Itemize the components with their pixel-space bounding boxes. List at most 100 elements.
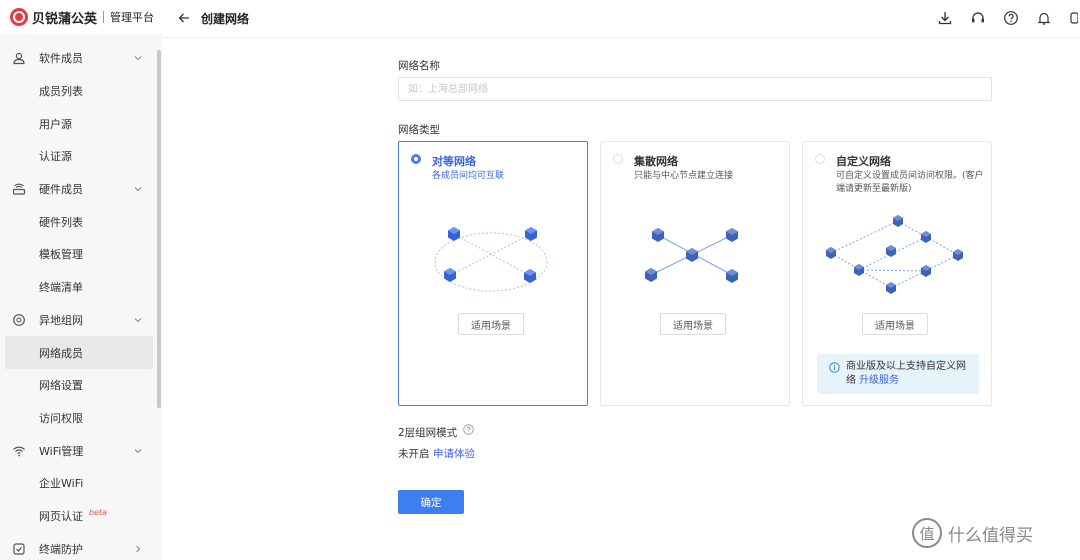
sidebar-item-member-list[interactable]: 成员列表 bbox=[0, 75, 162, 108]
node-icon bbox=[444, 268, 456, 282]
sidebar-group-label: 异地组网 bbox=[39, 313, 83, 327]
network-type-card-hub[interactable]: 集散网络 只能与中心节点建立连接 适用场景 bbox=[600, 141, 790, 406]
sidebar-item-label: 网络成员 bbox=[39, 346, 83, 360]
sidebar-group-software-members[interactable]: 软件成员 bbox=[0, 42, 162, 75]
card-description: 只能与中心节点建立连接 bbox=[634, 171, 734, 181]
beta-badge: beta bbox=[89, 508, 108, 518]
custom-network-radio[interactable] bbox=[815, 154, 825, 164]
node-icon bbox=[652, 228, 664, 242]
node-icon bbox=[448, 227, 460, 241]
sidebar-item-web-auth[interactable]: 网页认证 beta bbox=[0, 500, 162, 533]
wifi-icon bbox=[13, 446, 25, 456]
network-icon bbox=[13, 313, 25, 326]
watermark-logo-icon: 值 bbox=[912, 518, 942, 548]
sidebar-group-label: 终端防护 bbox=[39, 542, 83, 556]
brand-subtitle: 管理平台 bbox=[110, 11, 155, 24]
confirm-button[interactable]: 确定 bbox=[398, 490, 464, 514]
hub-network-diagram bbox=[645, 228, 738, 283]
sidebar-item-user-source[interactable]: 用户源 bbox=[0, 107, 162, 140]
sidebar-item-auth-source[interactable]: 认证源 bbox=[0, 140, 162, 173]
node-icon bbox=[726, 269, 738, 283]
network-type-card-peer[interactable]: 对等网络 各成员间均可互联 适用场景 bbox=[398, 141, 588, 406]
scenario-button[interactable]: 适用场景 bbox=[660, 313, 726, 335]
chevron-down-icon bbox=[134, 317, 142, 323]
node-icon bbox=[921, 231, 931, 243]
apply-trial-link[interactable]: 申请体验 bbox=[433, 446, 475, 461]
sidebar-group-wifi[interactable]: WiFi管理 bbox=[0, 434, 162, 467]
node-icon bbox=[953, 249, 963, 261]
node-icon bbox=[686, 248, 698, 262]
bell-icon[interactable] bbox=[1036, 10, 1052, 26]
scenario-button[interactable]: 适用场景 bbox=[862, 313, 928, 335]
download-icon[interactable] bbox=[937, 10, 953, 26]
watermark-logo-text: 值 bbox=[919, 524, 935, 543]
card-description: 可自定义设置成员间访问权限。(客户端请更新至最新版) bbox=[836, 171, 984, 194]
card-title: 集散网络 bbox=[634, 155, 678, 168]
sidebar-group-label: 硬件成员 bbox=[39, 183, 83, 197]
peer-network-diagram bbox=[434, 227, 548, 292]
router-icon bbox=[12, 183, 26, 195]
sidebar-item-enterprise-wifi[interactable]: 企业WiFi bbox=[0, 467, 162, 500]
network-type-card-custom[interactable]: 自定义网络 可自定义设置成员间访问权限。(客户端请更新至最新版) 适用场景 商业… bbox=[802, 141, 992, 406]
node-icon bbox=[893, 215, 903, 227]
watermark-text: 什么值得买 bbox=[948, 525, 1033, 546]
sidebar-item-label: 模板管理 bbox=[39, 248, 83, 262]
network-type-label: 网络类型 bbox=[398, 124, 440, 136]
node-icon bbox=[826, 247, 836, 259]
sidebar-group-terminal-protection[interactable]: 终端防护 bbox=[0, 532, 162, 560]
sidebar-item-label: 企业WiFi bbox=[39, 477, 84, 491]
question-circle-icon[interactable] bbox=[463, 424, 474, 435]
two-layer-mode-status: 未开启 bbox=[398, 448, 430, 460]
hub-network-radio[interactable] bbox=[613, 154, 623, 164]
scenario-button[interactable]: 适用场景 bbox=[458, 313, 524, 335]
chevron-down-icon bbox=[134, 56, 142, 61]
chevron-down-icon bbox=[134, 187, 142, 192]
more-icon[interactable] bbox=[1068, 10, 1078, 26]
sidebar-item-network-settings[interactable]: 网络设置 bbox=[0, 369, 162, 402]
sidebar-nav: 首页 软件成员 成员列表 用户源 认证源 硬件成员 硬件列表 模板管理 终端清单… bbox=[0, 20, 162, 560]
sidebar-group-remote-network[interactable]: 异地组网 bbox=[0, 304, 162, 337]
node-icon bbox=[525, 227, 537, 241]
sidebar: 首页 软件成员 成员列表 用户源 认证源 硬件成员 硬件列表 模板管理 终端清单… bbox=[0, 0, 162, 560]
brand-divider bbox=[103, 11, 105, 23]
node-icon bbox=[921, 265, 931, 277]
sidebar-item-label: 认证源 bbox=[39, 150, 72, 164]
peer-network-radio[interactable] bbox=[411, 154, 421, 164]
custom-network-diagram bbox=[826, 215, 963, 294]
node-icon bbox=[524, 269, 536, 283]
upgrade-notice: 商业版及以上支持自定义网络 升级服务 bbox=[817, 354, 979, 394]
back-arrow-icon[interactable] bbox=[177, 11, 191, 25]
user-icon bbox=[13, 53, 25, 65]
sidebar-scrollbar[interactable] bbox=[157, 50, 161, 408]
card-title: 对等网络 bbox=[432, 155, 476, 168]
brand-logo-icon bbox=[10, 8, 28, 26]
card-title: 自定义网络 bbox=[836, 155, 891, 168]
help-icon[interactable] bbox=[1003, 10, 1019, 26]
network-name-label: 网络名称 bbox=[398, 60, 440, 72]
shield-icon bbox=[13, 543, 25, 555]
upgrade-service-link[interactable]: 升级服务 bbox=[859, 375, 899, 386]
watermark: 值 什么值得买 bbox=[912, 518, 1033, 548]
sidebar-group-label: WiFi管理 bbox=[39, 444, 84, 458]
chevron-down-icon bbox=[134, 448, 142, 453]
two-layer-mode-label: 2层组网模式 bbox=[398, 427, 458, 439]
sidebar-item-label: 成员列表 bbox=[39, 85, 83, 99]
card-description: 各成员间均可互联 bbox=[432, 171, 505, 181]
sidebar-group-hardware-members[interactable]: 硬件成员 bbox=[0, 173, 162, 206]
network-name-input[interactable] bbox=[398, 77, 992, 101]
brand-name: 贝锐蒲公英 bbox=[32, 11, 98, 27]
sidebar-group-label: 软件成员 bbox=[39, 52, 83, 66]
sidebar-item-terminal-list[interactable]: 终端清单 bbox=[0, 271, 162, 304]
sidebar-item-access-permissions[interactable]: 访问权限 bbox=[0, 402, 162, 435]
headset-icon[interactable] bbox=[970, 10, 986, 26]
sidebar-item-hardware-list[interactable]: 硬件列表 bbox=[0, 205, 162, 238]
page-title: 创建网络 bbox=[201, 12, 250, 26]
node-icon bbox=[886, 282, 896, 294]
sidebar-item-template-manage[interactable]: 模板管理 bbox=[0, 238, 162, 271]
node-icon bbox=[854, 264, 864, 276]
node-icon bbox=[645, 268, 657, 282]
info-icon bbox=[829, 362, 840, 373]
node-icon bbox=[886, 245, 896, 257]
sidebar-item-network-members[interactable]: 网络成员 bbox=[5, 336, 153, 369]
brand-bar: 贝锐蒲公英 管理平台 bbox=[0, 0, 162, 34]
